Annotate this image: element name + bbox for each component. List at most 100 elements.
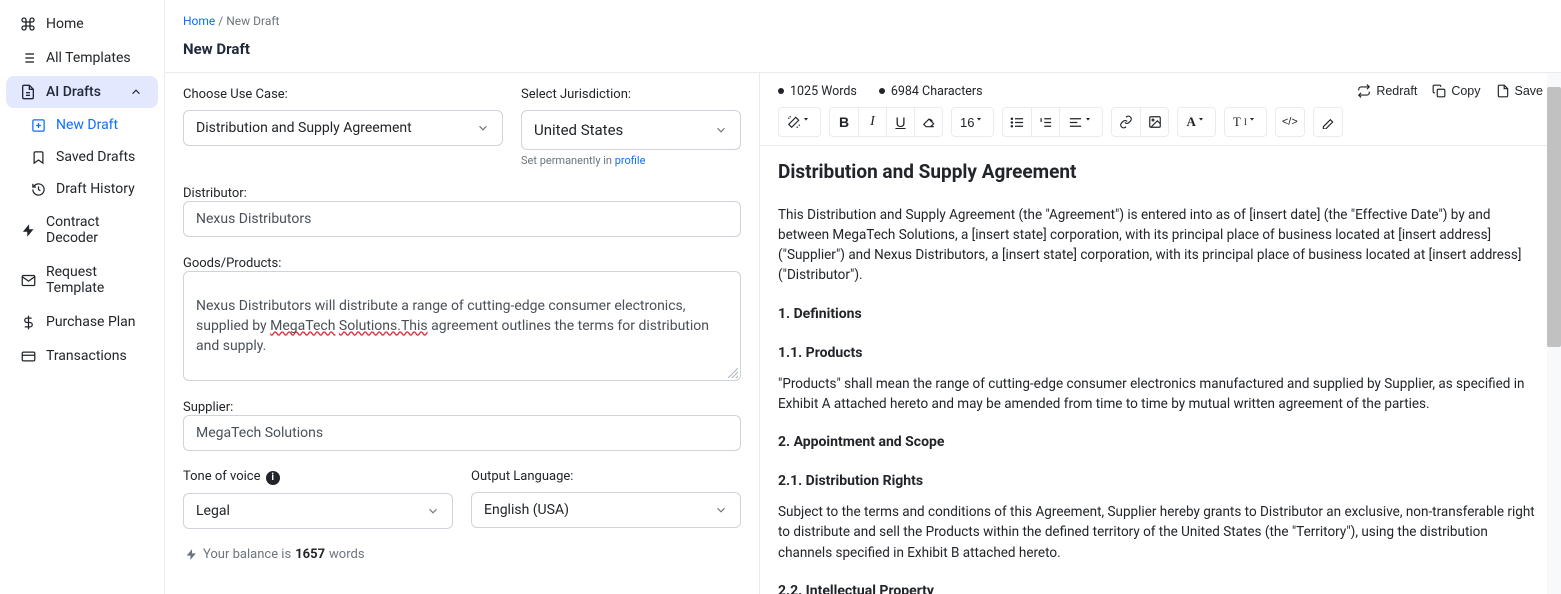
resize-handle-icon[interactable] xyxy=(728,368,738,378)
sidebar-item-label: Purchase Plan xyxy=(46,314,136,330)
save-button[interactable]: Save xyxy=(1495,83,1544,99)
card-icon xyxy=(20,348,36,364)
distributor-input[interactable]: Nexus Distributors xyxy=(183,201,741,237)
jurisdiction-label: Select Jurisdiction: xyxy=(521,87,741,102)
code-button[interactable]: </> xyxy=(1276,108,1304,136)
use-case-value: Distribution and Supply Agreement xyxy=(196,120,412,136)
main-pane: Home / New Draft New Draft Choose Use Ca… xyxy=(165,0,1561,594)
sidebar-item-all-templates[interactable]: All Templates xyxy=(6,42,158,74)
doc-subheading: 2.1. Distribution Rights xyxy=(778,471,1539,492)
doc-intro: This Distribution and Supply Agreement (… xyxy=(778,205,1539,286)
magic-wand-button[interactable] xyxy=(779,108,820,136)
tone-value: Legal xyxy=(196,503,230,519)
sidebar-sub-saved-drafts[interactable]: Saved Drafts xyxy=(16,142,158,172)
sidebar-item-contract-decoder[interactable]: Contract Decoder xyxy=(6,206,158,254)
doc-subheading: 2.2. Intellectual Property xyxy=(778,581,1539,594)
sidebar-item-label: Contract Decoder xyxy=(46,214,144,246)
use-case-label: Choose Use Case: xyxy=(183,87,503,102)
breadcrumb: Home / New Draft xyxy=(165,0,1561,34)
use-case-select[interactable]: Distribution and Supply Agreement xyxy=(183,110,503,146)
jurisdiction-select[interactable]: United States xyxy=(521,110,741,150)
redraft-button[interactable]: Redraft xyxy=(1356,83,1417,99)
form-pane: Choose Use Case: Distribution and Supply… xyxy=(165,73,760,594)
sidebar-item-home[interactable]: Home xyxy=(6,8,158,40)
editor-pane: 1025 Words 6984 Characters Redraft Copy … xyxy=(760,73,1561,594)
chevron-up-icon xyxy=(128,84,144,100)
file-icon xyxy=(20,84,36,100)
profile-link[interactable]: profile xyxy=(615,154,646,167)
sidebar-item-ai-drafts[interactable]: AI Drafts xyxy=(6,76,158,108)
editor-body[interactable]: Distribution and Supply Agreement This D… xyxy=(760,146,1561,594)
tone-label: Tone of voice i xyxy=(183,469,453,485)
sidebar-item-label: All Templates xyxy=(46,50,131,66)
sidebar: Home All Templates AI Drafts New Draft S… xyxy=(0,0,165,594)
sidebar-item-label: AI Drafts xyxy=(46,84,101,100)
sidebar-sub-draft-history[interactable]: Draft History xyxy=(16,174,158,204)
doc-heading: 2. Appointment and Scope xyxy=(778,432,1539,453)
scrollbar-thumb[interactable] xyxy=(1547,87,1561,347)
fontcolor-button[interactable]: A xyxy=(1178,108,1214,136)
sidebar-item-label: Home xyxy=(46,16,84,32)
goods-textarea[interactable]: Nexus Distributors will distribute a ran… xyxy=(183,271,741,381)
unordered-list-button[interactable] xyxy=(1003,108,1031,136)
doc-paragraph: "Products" shall mean the range of cutti… xyxy=(778,374,1539,415)
copy-button[interactable]: Copy xyxy=(1431,83,1480,99)
word-count: 1025 Words xyxy=(790,84,857,99)
textstyle-button[interactable]: TI xyxy=(1225,108,1266,136)
editor-stats: 1025 Words 6984 Characters xyxy=(778,84,983,99)
bolt-icon xyxy=(20,222,36,238)
fontsize-select[interactable]: 16 xyxy=(952,108,993,136)
sidebar-item-request-template[interactable]: Request Template xyxy=(6,256,158,304)
goods-label: Goods/Products: xyxy=(183,256,281,271)
eraser-button[interactable] xyxy=(914,108,942,136)
sidebar-submenu: New Draft Saved Drafts Draft History xyxy=(0,110,164,204)
chevron-down-icon xyxy=(714,503,728,517)
bold-button[interactable]: B xyxy=(830,108,858,136)
supplier-label: Supplier: xyxy=(183,400,233,415)
file-icon xyxy=(1495,83,1511,99)
supplier-input[interactable]: MegaTech Solutions xyxy=(183,415,741,451)
jurisdiction-value: United States xyxy=(534,121,623,139)
underline-button[interactable]: U xyxy=(886,108,914,136)
copy-icon xyxy=(1431,83,1447,99)
tone-select[interactable]: Legal xyxy=(183,493,453,529)
italic-button[interactable]: I xyxy=(858,108,886,136)
dot-icon xyxy=(778,88,784,94)
jurisdiction-hint: Set permanently in profile xyxy=(521,154,741,167)
dollar-icon xyxy=(20,314,36,330)
list-icon xyxy=(20,50,36,66)
link-button[interactable] xyxy=(1112,108,1140,136)
breadcrumb-home[interactable]: Home xyxy=(183,14,215,28)
sidebar-item-label: Request Template xyxy=(46,264,144,296)
command-icon xyxy=(20,16,36,32)
page-title: New Draft xyxy=(165,34,1561,72)
sidebar-item-transactions[interactable]: Transactions xyxy=(6,340,158,372)
info-icon[interactable]: i xyxy=(266,471,280,485)
sidebar-item-purchase-plan[interactable]: Purchase Plan xyxy=(6,306,158,338)
doc-title: Distribution and Supply Agreement xyxy=(778,158,1539,187)
editor-toolbar: B I U 16 A TI xyxy=(760,107,1561,146)
chevron-down-icon xyxy=(426,504,440,518)
sidebar-item-label: New Draft xyxy=(56,117,118,133)
chevron-down-icon xyxy=(714,123,728,137)
refresh-icon xyxy=(1356,83,1372,99)
ordered-list-button[interactable] xyxy=(1031,108,1059,136)
lang-value: English (USA) xyxy=(484,502,569,518)
distributor-label: Distributor: xyxy=(183,186,247,201)
scrollbar-track[interactable] xyxy=(1547,73,1561,594)
plus-square-icon xyxy=(30,117,46,133)
highlight-button[interactable] xyxy=(1314,108,1342,136)
doc-paragraph: Subject to the terms and conditions of t… xyxy=(778,502,1539,563)
doc-subheading: 1.1. Products xyxy=(778,343,1539,364)
lang-label: Output Language: xyxy=(471,469,741,484)
lang-select[interactable]: English (USA) xyxy=(471,492,741,528)
bolt-icon xyxy=(183,547,199,563)
sidebar-item-label: Draft History xyxy=(56,181,135,197)
image-button[interactable] xyxy=(1140,108,1168,136)
balance-text: Your balance is 1657 words xyxy=(183,547,741,563)
align-button[interactable] xyxy=(1059,108,1102,136)
sidebar-sub-new-draft[interactable]: New Draft xyxy=(16,110,158,140)
char-count: 6984 Characters xyxy=(891,84,983,99)
breadcrumb-current: New Draft xyxy=(226,14,279,28)
chevron-down-icon xyxy=(476,121,490,135)
